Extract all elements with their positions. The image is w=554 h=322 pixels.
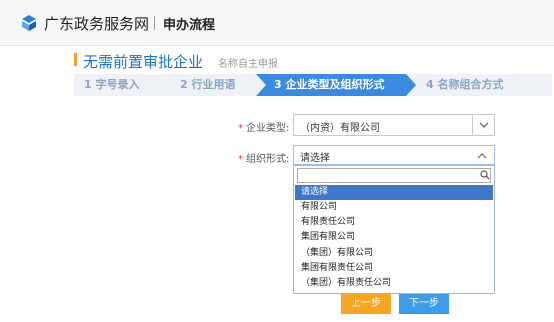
header-divider <box>154 16 155 30</box>
dropdown-option[interactable]: 集团有限责任公司 <box>295 261 493 276</box>
dropdown-option[interactable]: 有限责任公司 <box>295 215 493 230</box>
site-name[interactable]: 广东政务服务网 <box>44 13 149 34</box>
org-form-value: 请选择 <box>300 153 330 164</box>
step-3-active: 3 企业类型及组织形式 <box>256 74 416 96</box>
next-step-button[interactable]: 下一步 <box>399 294 449 314</box>
section-title: 申办流程 <box>163 18 216 33</box>
enterprise-type-dropdown-button[interactable] <box>472 115 494 135</box>
enterprise-type-select[interactable]: （内资）有限公司 <box>293 114 495 136</box>
dropdown-option[interactable]: 有限公司 <box>295 200 493 215</box>
title-accent-bar <box>74 53 77 66</box>
page-subtitle: 名称自主申报 <box>218 59 278 70</box>
org-form-dropdown: 请选择 有限公司 有限责任公司 集团有限公司 （集团）有限公司 集团有限责任公司… <box>293 165 495 294</box>
search-icon[interactable] <box>480 170 490 180</box>
step-1: 1 字号录入 <box>84 78 140 91</box>
dropdown-option-please-select[interactable]: 请选择 <box>295 185 493 200</box>
enterprise-type-label: * 企业类型: <box>238 123 290 134</box>
site-logo-icon <box>22 15 36 31</box>
step-3-label: 3 企业类型及组织形式 <box>274 78 385 91</box>
page-title: 无需前置审批企业 <box>83 53 204 71</box>
dropdown-option[interactable]: （集团）有限公司 <box>295 246 493 261</box>
step-4: 4 名称组合方式 <box>426 78 504 91</box>
chevron-up-icon[interactable] <box>477 152 487 159</box>
required-mark: * <box>238 154 243 165</box>
org-form-label: * 组织形式: <box>238 154 290 165</box>
dropdown-option[interactable]: 集团有限公司 <box>295 230 493 245</box>
top-header: 广东政务服务网 申办流程 <box>0 0 554 46</box>
required-mark: * <box>238 123 243 134</box>
step-2: 2 行业用语 <box>180 78 236 91</box>
chevron-down-icon <box>479 122 489 128</box>
dropdown-search-input[interactable] <box>297 168 491 183</box>
prev-step-button[interactable]: 上一步 <box>341 294 391 314</box>
org-form-select[interactable]: 请选择 <box>293 145 495 165</box>
dropdown-option[interactable]: （集团）有限责任公司 <box>295 276 493 291</box>
enterprise-type-value: （内资）有限公司 <box>300 123 380 134</box>
